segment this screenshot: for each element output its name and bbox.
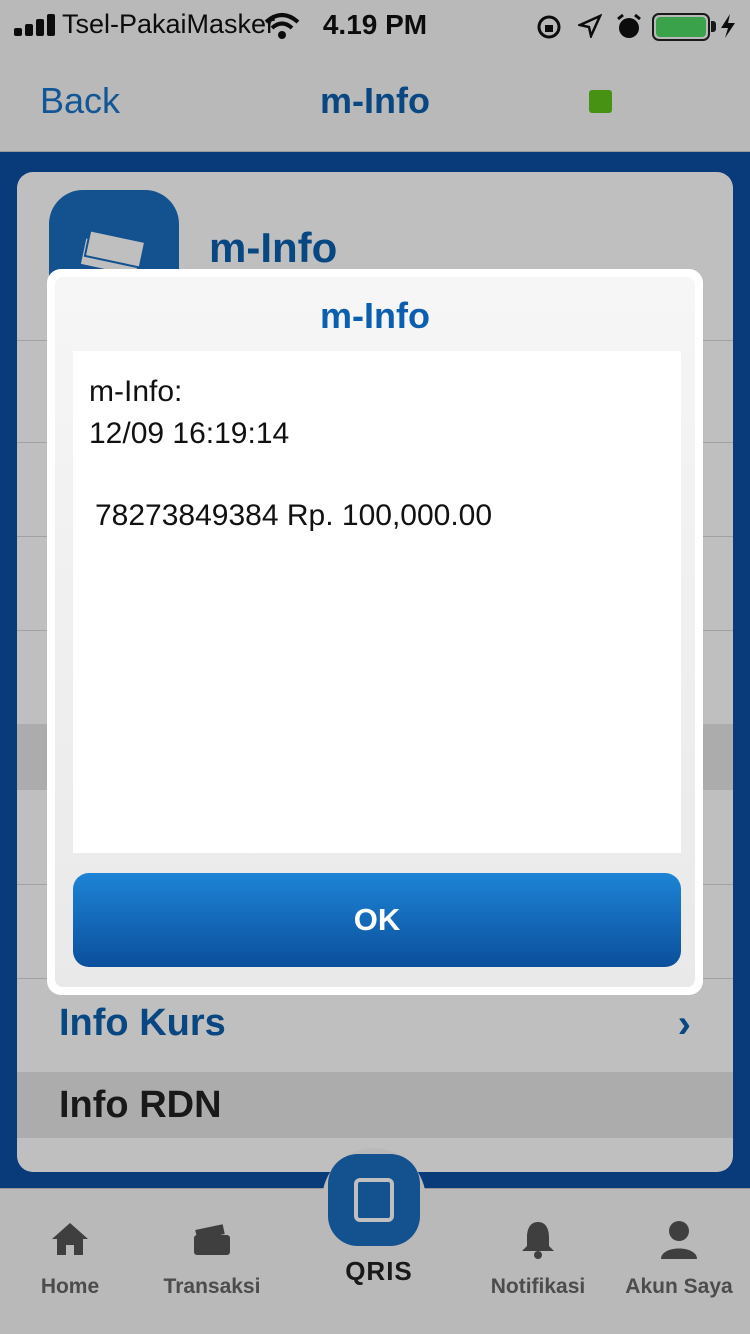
info-dialog: m-Info m-Info: 12/09 16:19:14 7827384938… [47, 269, 703, 995]
dialog-content: m-Info m-Info: 12/09 16:19:14 7827384938… [55, 277, 695, 987]
message-timestamp: 12/09 16:19:14 [89, 417, 290, 450]
ok-button[interactable]: OK [73, 873, 681, 967]
message-account-amount: 78273849384 Rp. 100,000.00 [95, 499, 493, 532]
dialog-title: m-Info [320, 295, 430, 336]
dialog-message: m-Info: 12/09 16:19:14 78273849384 Rp. 1… [73, 351, 681, 853]
message-line: m-Info: [89, 375, 183, 408]
